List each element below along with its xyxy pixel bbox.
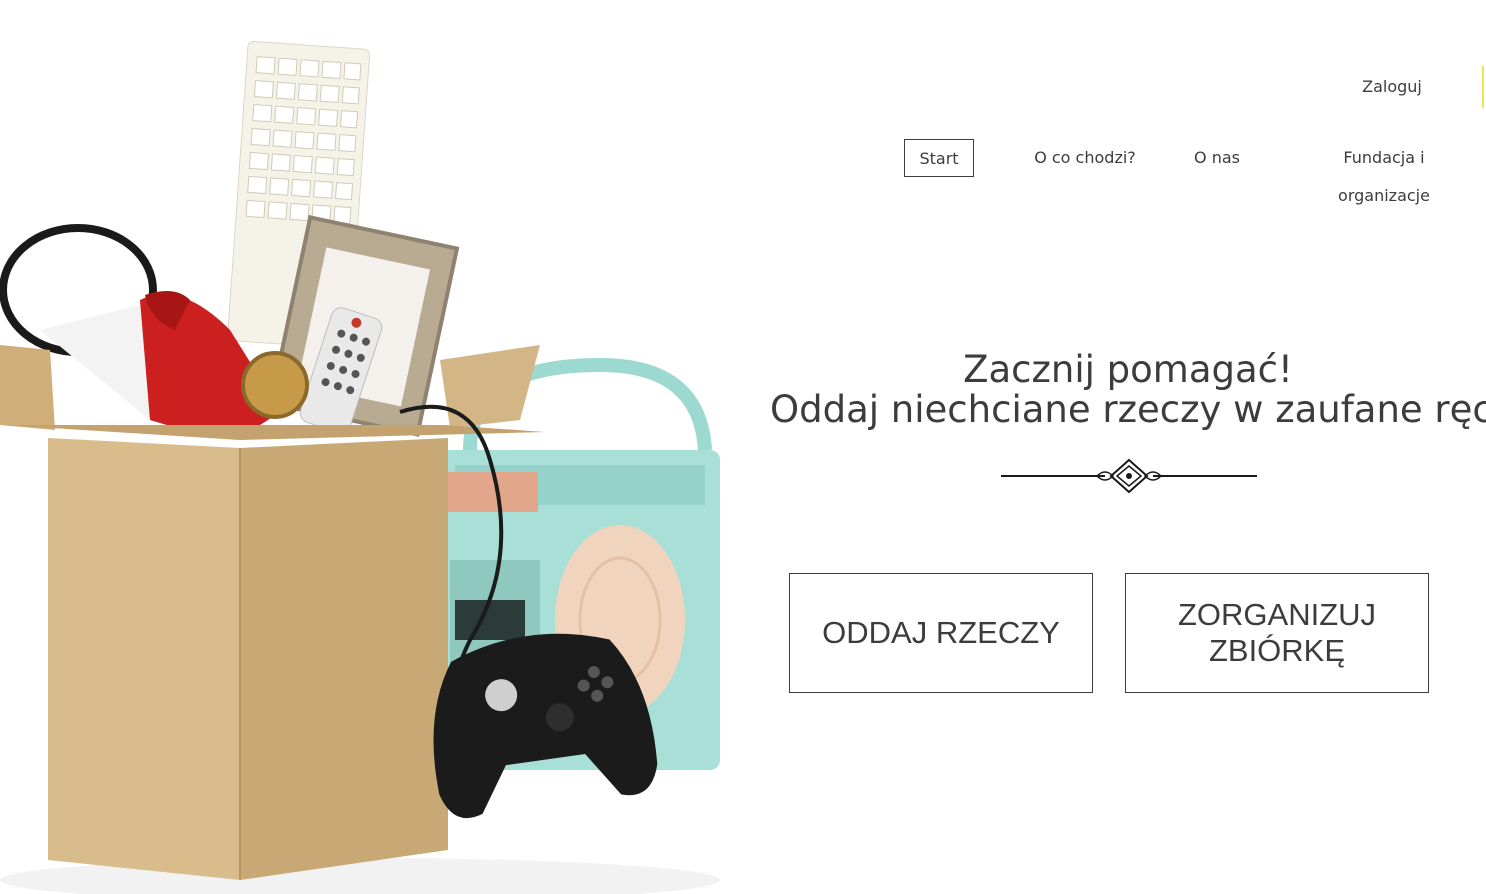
organize-collection-label-line1: ZORGANIZUJ (1177, 597, 1377, 632)
give-items-button[interactable]: ODDAJ RZECZY (789, 573, 1093, 693)
nav-item-start[interactable]: Start (904, 139, 974, 177)
nav-item-about-idea[interactable]: O co chodzi? (1030, 139, 1140, 177)
hero-headline-line2: Oddaj niechciane rzeczy w zaufane ręce. (770, 388, 1486, 431)
ornament-divider-icon (1001, 458, 1257, 494)
hero-headline: Zacznij pomagać! Oddaj niechciane rzeczy… (770, 350, 1486, 430)
donation-box-illustration-icon (0, 40, 720, 894)
nav-item-foundations[interactable]: Fundacja i organizacje (1296, 139, 1472, 205)
give-items-label: ODDAJ RZECZY (822, 615, 1060, 650)
nav-item-about-us[interactable]: O nas (1186, 139, 1248, 177)
organize-collection-button[interactable]: ZORGANIZUJ ZBIÓRKĘ (1125, 573, 1429, 693)
main-nav: Start O co chodzi? O nas Fundacja i orga… (0, 139, 1486, 205)
login-link[interactable]: Zaloguj (1340, 76, 1444, 98)
login-accent-divider (1482, 66, 1484, 108)
hero-headline-line1: Zacznij pomagać! (963, 348, 1293, 391)
organize-collection-label-line2: ZBIÓRKĘ (1208, 633, 1346, 668)
hero-image (0, 0, 730, 894)
